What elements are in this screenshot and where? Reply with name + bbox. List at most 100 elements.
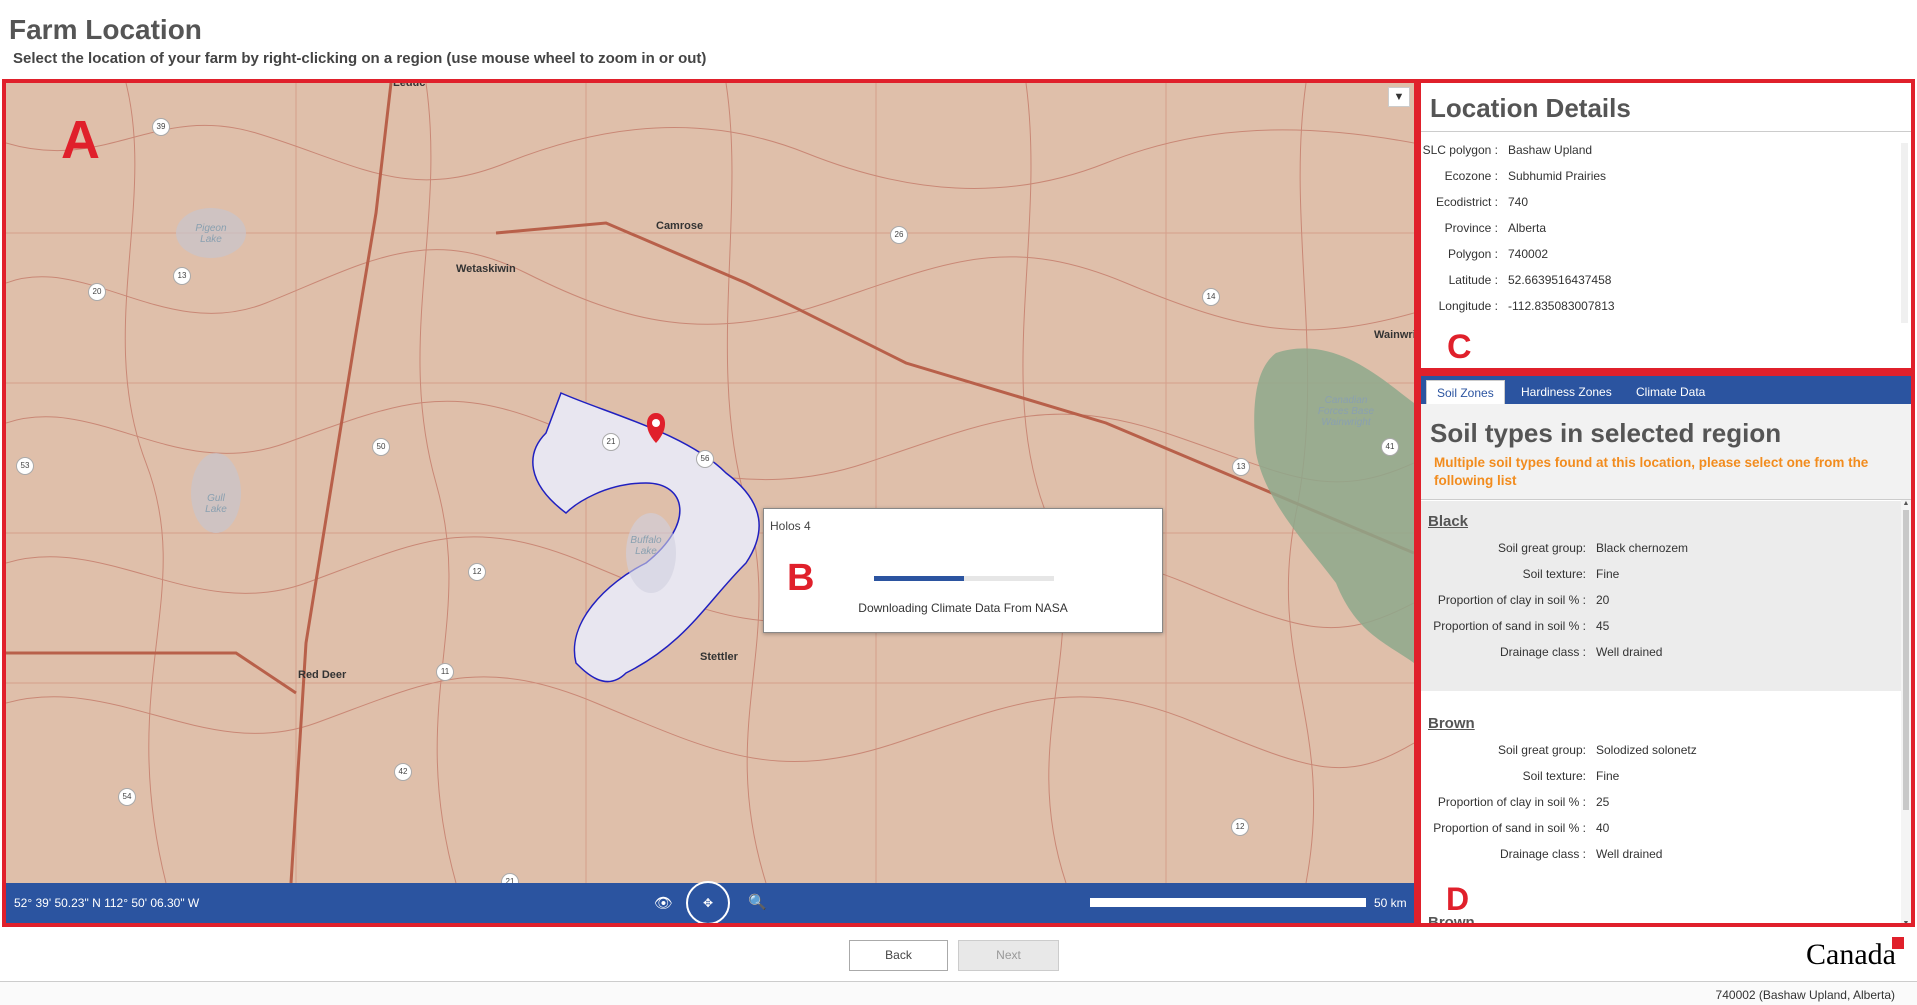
- highway-marker: 53: [16, 457, 34, 475]
- scroll-up-icon[interactable]: ▲: [1901, 500, 1911, 507]
- detail-value: -112.835083007813: [1508, 299, 1615, 313]
- status-text: 740002 (Bashaw Upland, Alberta): [1715, 988, 1895, 1002]
- soil-group-item[interactable]: Brown Soil great group: Solodized solonetz…: [1421, 703, 1903, 893]
- detail-label: Polygon :: [1447, 247, 1498, 261]
- page-subtitle: Select the location of your farm by righ…: [13, 50, 707, 67]
- map-panel[interactable]: A Leduc Camrose Wetaskiwin Red Deer Stet…: [2, 79, 1418, 927]
- scroll-thumb[interactable]: [1903, 510, 1909, 810]
- soil-property-label: Soil great group:: [1497, 541, 1586, 555]
- detail-value: 740: [1508, 195, 1529, 209]
- scrollbar[interactable]: ▲ ▼: [1901, 500, 1911, 923]
- divider: [1421, 131, 1911, 132]
- soil-property-value: 25: [1596, 795, 1610, 809]
- soil-property-label: Soil texture:: [1522, 567, 1586, 581]
- canada-wordmark: Canada: [1806, 938, 1896, 971]
- annotation-c: C: [1447, 328, 1472, 366]
- highway-marker: 21: [602, 433, 620, 451]
- highway-marker: 26: [890, 226, 908, 244]
- highway-marker: 12: [468, 563, 486, 581]
- highway-marker: 13: [173, 267, 191, 285]
- soil-title: Soil types in selected region: [1430, 418, 1782, 448]
- location-details-title: Location Details: [1430, 93, 1631, 123]
- scrollbar[interactable]: [1901, 143, 1908, 323]
- lake-label: Gull Lake: [205, 493, 227, 515]
- lake-label: Pigeon Lake: [195, 223, 227, 245]
- highway-marker: 11: [436, 663, 454, 681]
- chevron-down-icon[interactable]: ▼: [1388, 87, 1410, 107]
- annotation-d: D: [1446, 881, 1470, 917]
- soil-header: Soil types in selected region Multiple s…: [1421, 404, 1911, 500]
- soil-property-label: Proportion of sand in soil % :: [1433, 821, 1586, 835]
- detail-value: 740002: [1508, 247, 1549, 261]
- annotation-a: A: [61, 110, 100, 170]
- city-label: Stettler: [700, 651, 738, 663]
- soil-property-value: Fine: [1596, 769, 1620, 783]
- status-bar: 740002 (Bashaw Upland, Alberta): [0, 981, 1917, 1005]
- city-label: Wainwri: [1374, 329, 1416, 341]
- detail-label: Ecozone :: [1444, 169, 1498, 183]
- highway-marker: 42: [394, 763, 412, 781]
- soil-property-value: Well drained: [1596, 645, 1663, 659]
- flag-icon: [1892, 937, 1904, 949]
- soil-property-value: Solodized solonetz: [1596, 743, 1697, 757]
- city-label: Red Deer: [298, 669, 347, 681]
- detail-label: Province :: [1444, 221, 1498, 235]
- eye-icon[interactable]: 👁: [654, 894, 673, 912]
- soil-property-value: 20: [1596, 593, 1610, 607]
- city-label: Camrose: [656, 220, 704, 232]
- detail-label: Longitude :: [1438, 299, 1498, 313]
- detail-label: SLC polygon :: [1422, 143, 1498, 157]
- tab-hardiness-zones[interactable]: Hardiness Zones: [1511, 380, 1622, 404]
- highway-marker: 14: [1202, 288, 1220, 306]
- detail-label: Ecodistrict :: [1435, 195, 1498, 209]
- highway-marker: 54: [118, 788, 136, 806]
- detail-value: Bashaw Upland: [1508, 143, 1593, 157]
- soil-property-label: Proportion of clay in soil % :: [1437, 593, 1586, 607]
- annotation-b: B: [787, 557, 815, 599]
- tab-soil-zones[interactable]: Soil Zones: [1426, 380, 1505, 404]
- coordinate-readout: 52° 39' 50.23" N 112° 50' 06.30" W: [14, 896, 200, 910]
- lake-label: Buffalo Lake: [630, 535, 662, 557]
- soil-property-value: Fine: [1596, 567, 1620, 581]
- map-canvas[interactable]: [6, 83, 1414, 883]
- progress-bar: [874, 576, 1054, 581]
- dialog-title: Holos 4: [770, 519, 811, 533]
- highway-marker: 20: [88, 283, 106, 301]
- scroll-down-icon[interactable]: ▼: [1901, 920, 1911, 923]
- soil-property-label: Soil texture:: [1522, 769, 1586, 783]
- soil-group-item[interactable]: Black Soil great group: Black chernozem Soi…: [1421, 501, 1903, 691]
- page-title: Farm Location: [9, 14, 202, 45]
- highway-marker: 50: [372, 438, 390, 456]
- search-icon[interactable]: 🔍: [748, 893, 767, 911]
- lake-label: Canadian Forces Base Wainwright: [1317, 395, 1375, 428]
- soil-property-label: Drainage class :: [1499, 645, 1586, 659]
- soil-property-value: Black chernozem: [1596, 541, 1689, 555]
- loading-dialog: Holos 4 B Downloading Climate Data From …: [763, 508, 1163, 633]
- soil-property-label: Soil great group:: [1497, 743, 1586, 757]
- back-button[interactable]: Back: [849, 940, 948, 971]
- highway-marker: 12: [1231, 818, 1249, 836]
- city-label: Leduc: [393, 79, 426, 89]
- map-toolbar: 52° 39' 50.23" N 112° 50' 06.30" W 👁 ✥ 🔍…: [6, 881, 1414, 923]
- dialog-message: Downloading Climate Data From NASA: [858, 601, 1068, 615]
- soil-panel: Soil Zones Hardiness Zones Climate Data …: [1417, 372, 1915, 927]
- detail-value: Alberta: [1508, 221, 1547, 235]
- highway-marker: 56: [696, 450, 714, 468]
- highway-marker: 41: [1381, 438, 1399, 456]
- soil-group-name[interactable]: Black: [1428, 513, 1468, 530]
- tab-climate-data[interactable]: Climate Data: [1626, 380, 1715, 404]
- soil-property-value: 45: [1596, 619, 1610, 633]
- next-button[interactable]: Next: [958, 940, 1059, 971]
- soil-group-name[interactable]: Brown: [1428, 715, 1475, 732]
- pan-navigation-icon[interactable]: ✥: [686, 881, 730, 923]
- location-details-panel: Location Details SLC polygon : Bashaw Upl…: [1417, 79, 1915, 372]
- soil-property-value: 40: [1596, 821, 1610, 835]
- scale-bar: [1090, 898, 1366, 907]
- progress-fill: [874, 576, 964, 581]
- highway-marker: 13: [1232, 458, 1250, 476]
- highway-marker: 39: [152, 118, 170, 136]
- detail-value: 52.6639516437458: [1508, 273, 1612, 287]
- warning-message: Multiple soil types found at this locati…: [1434, 455, 1869, 488]
- soil-property-label: Proportion of sand in soil % :: [1433, 619, 1586, 633]
- soil-property-label: Drainage class :: [1499, 847, 1586, 861]
